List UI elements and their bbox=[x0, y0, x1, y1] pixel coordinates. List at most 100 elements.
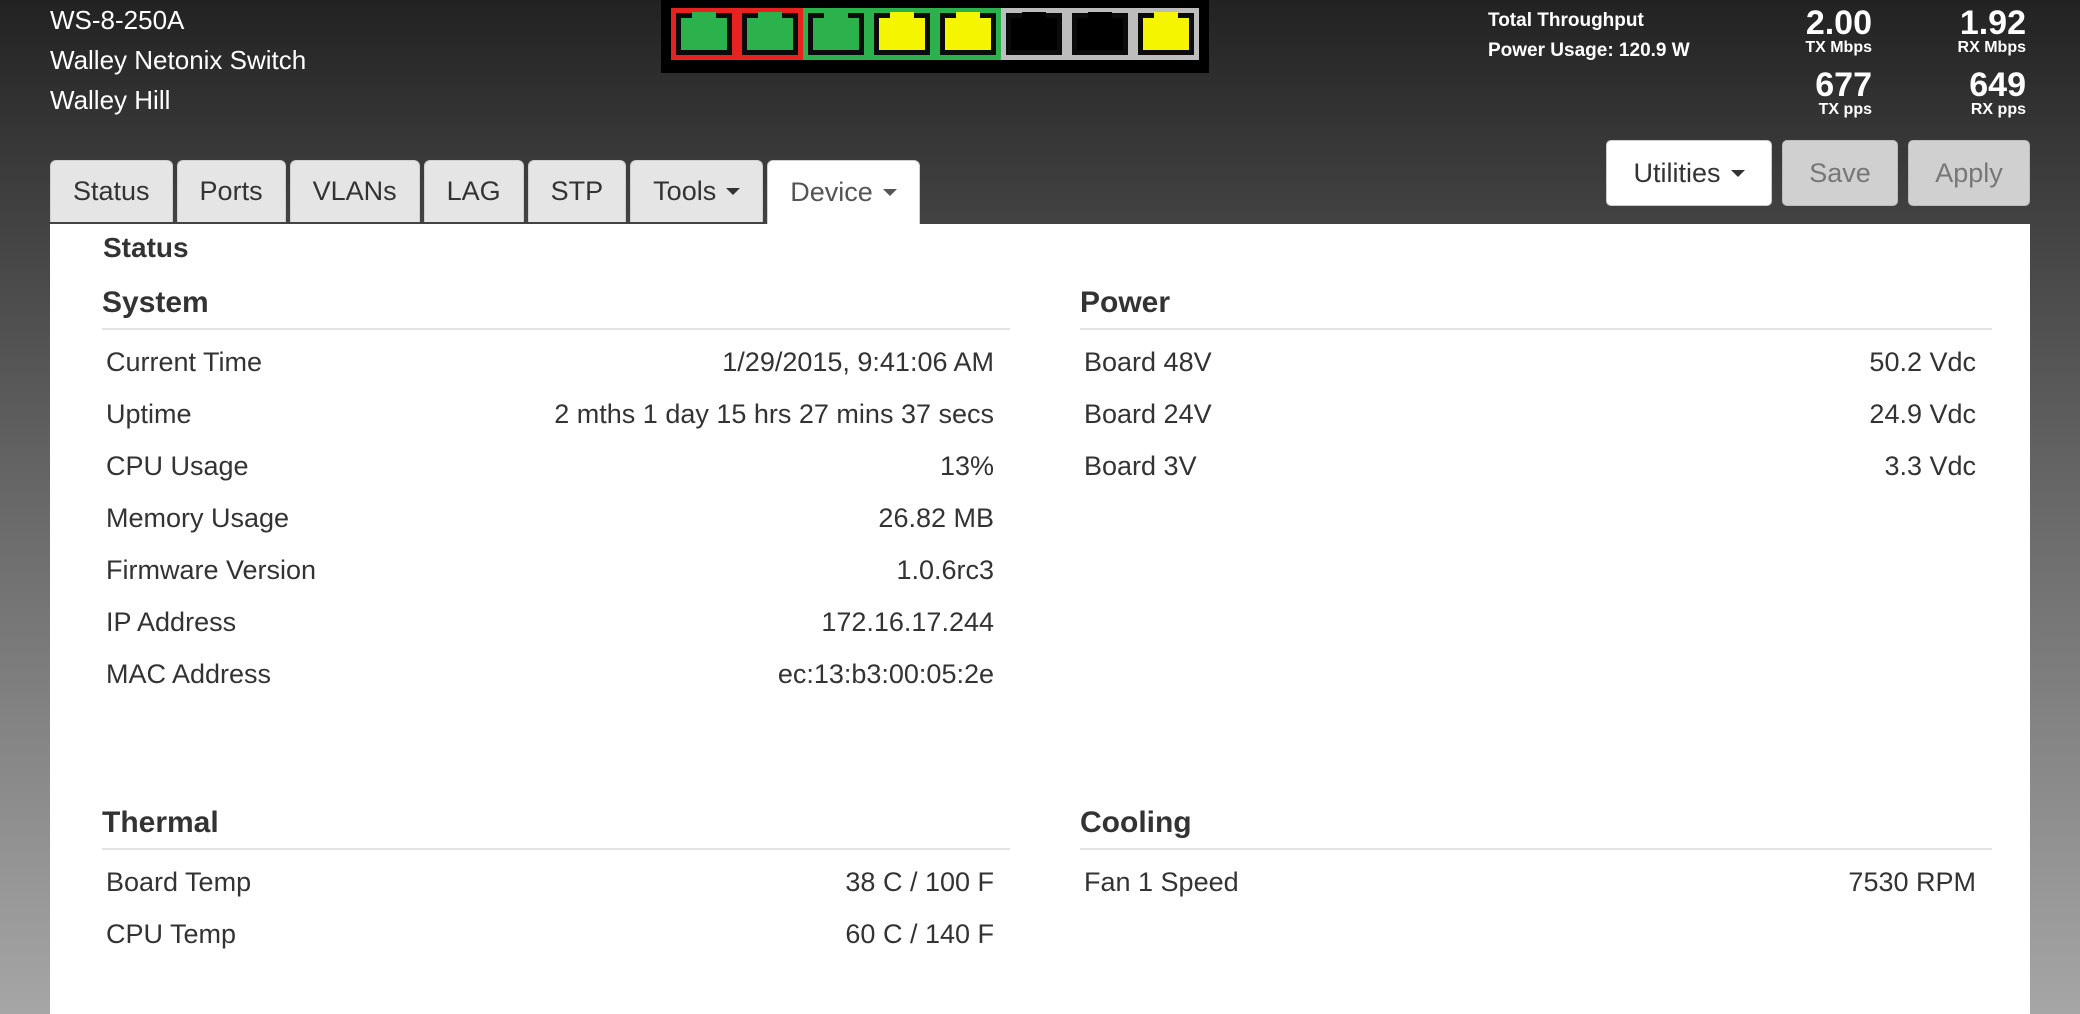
port-7-indicator[interactable] bbox=[1067, 8, 1133, 60]
info-row: Fan 1 Speed 7530 RPM bbox=[1080, 856, 1992, 908]
section-title-power: Power bbox=[1080, 286, 1992, 330]
tab-stp[interactable]: STP bbox=[527, 160, 627, 222]
ethernet-port-icon bbox=[1143, 12, 1189, 50]
tx-mbps-stat: 2.00 TX Mbps bbox=[1762, 6, 1872, 56]
ethernet-port-icon bbox=[813, 12, 859, 50]
tab-tools[interactable]: Tools bbox=[630, 160, 764, 222]
rx-mbps-value: 1.92 bbox=[1959, 4, 2026, 42]
row-value: 26.82 MB bbox=[878, 502, 994, 533]
save-button[interactable]: Save bbox=[1782, 140, 1898, 206]
info-row: CPU Temp 60 C / 140 F bbox=[102, 908, 1010, 960]
cooling-rows: Fan 1 Speed 7530 RPM bbox=[1080, 850, 1992, 908]
page-title: Status bbox=[103, 232, 189, 263]
power-usage: Power Usage: 120.9 W bbox=[1488, 40, 1690, 61]
row-value: 1.0.6rc3 bbox=[896, 554, 994, 585]
row-label: Board Temp bbox=[106, 866, 252, 897]
info-row: Memory Usage 26.82 MB bbox=[102, 492, 1010, 544]
port-8-indicator[interactable] bbox=[1133, 8, 1199, 60]
ethernet-port-icon bbox=[1011, 12, 1057, 50]
row-value: 172.16.17.244 bbox=[821, 606, 994, 637]
rx-mbps-unit: RX Mbps bbox=[1957, 39, 2026, 56]
row-label: Fan 1 Speed bbox=[1084, 866, 1239, 897]
tab-vlans[interactable]: VLANs bbox=[289, 160, 420, 222]
main-tabs: Status Ports VLANs LAG STP Tools Device bbox=[50, 160, 920, 224]
row-value: 24.9 Vdc bbox=[1869, 398, 1976, 429]
tab-label: Tools bbox=[653, 176, 717, 206]
tab-label: LAG bbox=[446, 176, 501, 206]
row-value: 38 C / 100 F bbox=[845, 866, 994, 897]
row-value: 60 C / 140 F bbox=[845, 918, 994, 949]
row-label: CPU Usage bbox=[106, 450, 249, 481]
tab-status[interactable]: Status bbox=[50, 160, 173, 222]
info-row: Board 3V 3.3 Vdc bbox=[1080, 440, 1992, 492]
row-label: CPU Temp bbox=[106, 918, 237, 949]
row-value: 1/29/2015, 9:41:06 AM bbox=[722, 346, 994, 377]
row-value: 2 mths 1 day 15 hrs 27 mins 37 secs bbox=[554, 398, 994, 429]
row-value: 3.3 Vdc bbox=[1884, 450, 1976, 481]
tx-mbps-value: 2.00 bbox=[1805, 4, 1872, 42]
row-value: ec:13:b3:00:05:2e bbox=[777, 658, 994, 689]
row-label: Current Time bbox=[106, 346, 263, 377]
thermal-section: Thermal Board Temp 38 C / 100 F CPU Temp 6… bbox=[102, 806, 1010, 960]
row-label: IP Address bbox=[106, 606, 237, 637]
info-row: Current Time 1/29/2015, 9:41:06 AM bbox=[102, 336, 1010, 388]
row-value: 50.2 Vdc bbox=[1869, 346, 1976, 377]
tab-lag[interactable]: LAG bbox=[423, 160, 524, 222]
ethernet-port-icon bbox=[747, 12, 793, 50]
power-section: Power Board 48V 50.2 Vdc Board 24V 24.9 Vd… bbox=[1080, 286, 1992, 492]
port-5-indicator[interactable] bbox=[935, 8, 1001, 60]
ethernet-port-icon bbox=[879, 12, 925, 50]
rx-pps-stat: 649 RX pps bbox=[1920, 68, 2026, 118]
ethernet-port-icon bbox=[945, 12, 991, 50]
row-value: 7530 RPM bbox=[1848, 866, 1976, 897]
tab-device[interactable]: Device bbox=[767, 160, 920, 224]
port-6-indicator[interactable] bbox=[1001, 8, 1067, 60]
save-label: Save bbox=[1809, 157, 1871, 188]
ethernet-port-icon bbox=[1077, 12, 1123, 50]
throughput-labels: Total Throughput Power Usage: 120.9 W bbox=[1488, 6, 1690, 66]
port-status-panel bbox=[661, 0, 1209, 73]
device-model: WS-8-250A bbox=[50, 5, 185, 35]
port-1-indicator[interactable] bbox=[671, 8, 737, 60]
info-row: CPU Usage 13% bbox=[102, 440, 1010, 492]
tx-pps-value: 677 bbox=[1815, 66, 1872, 104]
row-label: Board 24V bbox=[1084, 398, 1212, 429]
row-value: 13% bbox=[939, 450, 994, 481]
tab-label: VLANs bbox=[312, 176, 397, 206]
tab-label: Device bbox=[790, 177, 873, 207]
utilities-button[interactable]: Utilities bbox=[1606, 140, 1772, 206]
section-title-cooling: Cooling bbox=[1080, 806, 1992, 850]
device-location: Walley Hill bbox=[50, 85, 171, 115]
cooling-section: Cooling Fan 1 Speed 7530 RPM bbox=[1080, 806, 1992, 908]
system-rows: Current Time 1/29/2015, 9:41:06 AM Uptime… bbox=[102, 330, 1010, 700]
caret-down-icon bbox=[1730, 169, 1745, 177]
power-rows: Board 48V 50.2 Vdc Board 24V 24.9 Vdc Boar… bbox=[1080, 330, 1992, 492]
info-row: Firmware Version 1.0.6rc3 bbox=[102, 544, 1010, 596]
apply-button[interactable]: Apply bbox=[1908, 140, 2030, 206]
rx-mbps-stat: 1.92 RX Mbps bbox=[1920, 6, 2026, 56]
ethernet-port-icon bbox=[681, 12, 727, 50]
row-label: Memory Usage bbox=[106, 502, 290, 533]
row-label: Board 48V bbox=[1084, 346, 1212, 377]
port-4-indicator[interactable] bbox=[869, 8, 935, 60]
section-title-system: System bbox=[102, 286, 1010, 330]
apply-label: Apply bbox=[1935, 157, 2003, 188]
device-name: Walley Netonix Switch bbox=[50, 45, 307, 75]
info-row: IP Address 172.16.17.244 bbox=[102, 596, 1010, 648]
tab-label: Ports bbox=[199, 176, 263, 206]
info-row: Board 24V 24.9 Vdc bbox=[1080, 388, 1992, 440]
section-title-thermal: Thermal bbox=[102, 806, 1010, 850]
utilities-label: Utilities bbox=[1633, 157, 1721, 188]
port-2-indicator[interactable] bbox=[737, 8, 803, 60]
tx-pps-stat: 677 TX pps bbox=[1762, 68, 1872, 118]
rx-pps-unit: RX pps bbox=[1970, 101, 2026, 118]
tx-pps-unit: TX pps bbox=[1818, 101, 1872, 118]
info-row: Board Temp 38 C / 100 F bbox=[102, 856, 1010, 908]
system-section: System Current Time 1/29/2015, 9:41:06 AM… bbox=[102, 286, 1010, 700]
tab-ports[interactable]: Ports bbox=[176, 160, 286, 222]
info-row: Board 48V 50.2 Vdc bbox=[1080, 336, 1992, 388]
caret-down-icon bbox=[726, 188, 741, 195]
port-3-indicator[interactable] bbox=[803, 8, 869, 60]
info-row: Uptime 2 mths 1 day 15 hrs 27 mins 37 sec… bbox=[102, 388, 1010, 440]
row-label: Board 3V bbox=[1084, 450, 1197, 481]
